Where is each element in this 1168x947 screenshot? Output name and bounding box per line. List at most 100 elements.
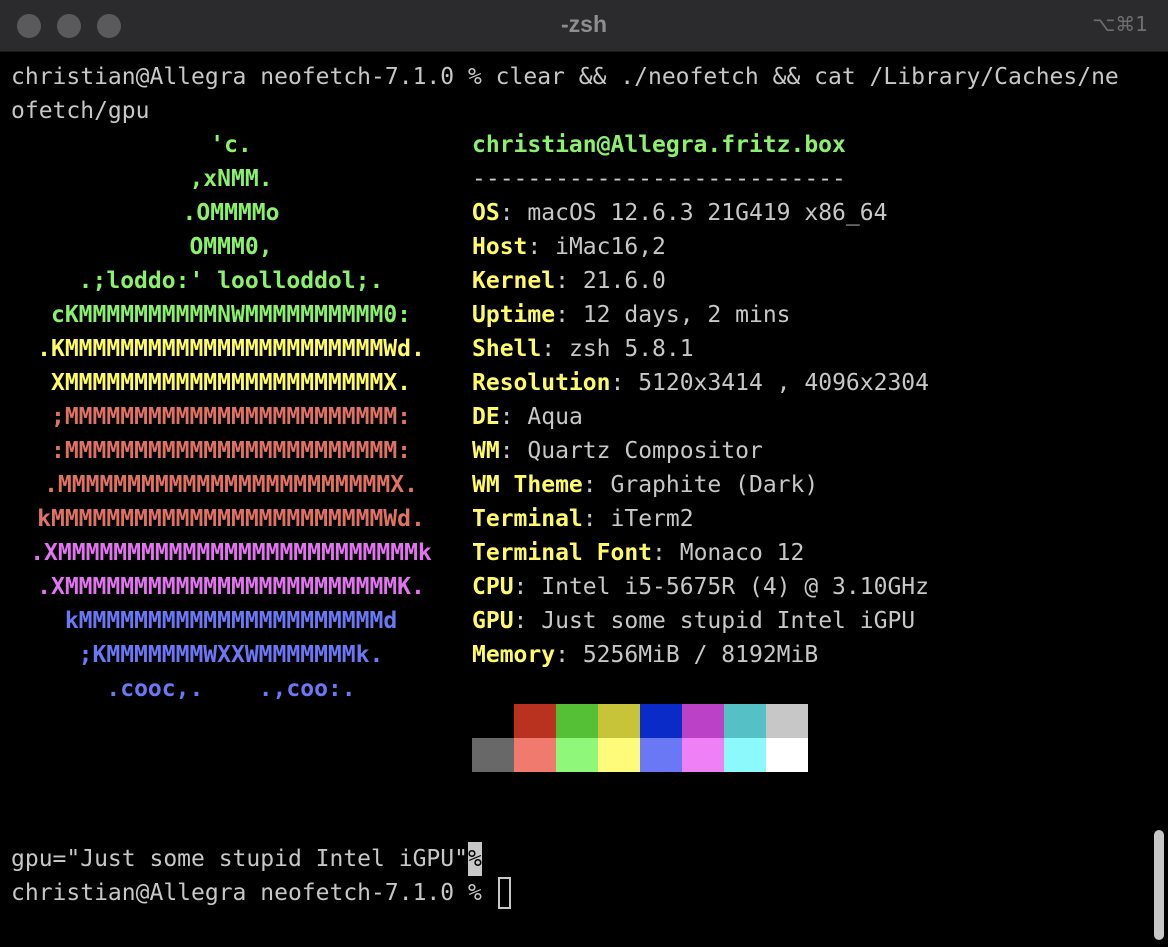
scrollbar-thumb[interactable] [1154, 830, 1164, 940]
ascii-art-line: ;MMMMMMMMMMMMMMMMMMMMMMMM: [50, 404, 412, 430]
terminal-window: -zsh ⌥⌘1 christian@Allegra neofetch-7.1.… [0, 0, 1168, 947]
info-key: CPU [472, 574, 514, 600]
ascii-art-line: .KMMMMMMMMMMMMMMMMMMMMMMMWd. [37, 336, 425, 362]
info-key: DE [472, 404, 500, 430]
info-separator: : [582, 506, 597, 532]
color-swatch [514, 704, 556, 738]
command-line: christian@Allegra neofetch-7.1.0 % clear… [11, 64, 1119, 90]
color-palette-bright [472, 738, 808, 772]
info-row: Shell: zsh 5.8.1 [472, 332, 694, 366]
info-key: OS [472, 200, 500, 226]
color-swatch [556, 704, 598, 738]
color-swatch [682, 738, 724, 772]
info-key: Memory [472, 642, 556, 668]
info-key: WM [472, 438, 500, 464]
info-key: Terminal [472, 506, 583, 532]
color-swatch [724, 738, 766, 772]
info-row: WM: Quartz Compositor [472, 434, 763, 468]
ascii-art-line: ;KMMMMMMMWXXWMMMMMMMk. [78, 642, 384, 668]
ascii-art-line: .;loddo:' loolloddol;. [78, 268, 384, 294]
info-row: Terminal Font: Monaco 12 [472, 536, 804, 570]
info-key: Resolution [472, 370, 611, 396]
ascii-art-line: XMMMMMMMMMMMMMMMMMMMMMMMX. [50, 370, 412, 396]
ascii-art-line: kMMMMMMMMMMMMMMMMMMMMMMd [64, 608, 398, 634]
gpu-output-text: gpu="Just some stupid Intel iGPU" [11, 846, 468, 872]
info-separator: : [652, 540, 666, 566]
color-swatch [598, 738, 640, 772]
ascii-art-line: .XMMMMMMMMMMMMMMMMMMMMMMMMK. [37, 574, 425, 600]
info-key: Host [472, 234, 528, 260]
prompt-text: christian@Allegra neofetch-7.1.0 % [11, 880, 496, 906]
color-swatch [766, 738, 808, 772]
info-value: iTerm2 [610, 506, 694, 532]
info-value: Just some stupid Intel iGPU [541, 608, 916, 634]
color-swatch [598, 704, 640, 738]
output-line: gpu="Just some stupid Intel iGPU"% [11, 842, 482, 876]
ascii-art-line: ,xNMM. [189, 166, 273, 192]
info-row: Kernel: 21.6.0 [472, 264, 666, 298]
ascii-art-line: 'c. [210, 132, 252, 158]
info-separator: : [499, 404, 514, 430]
color-swatch [514, 738, 556, 772]
info-row: Terminal: iTerm2 [472, 502, 694, 536]
color-swatch [472, 704, 514, 738]
info-separator: : [610, 370, 625, 396]
info-value: Monaco 12 [679, 540, 805, 566]
info-row: WM Theme: Graphite (Dark) [472, 468, 818, 502]
ascii-art-line: .cooc,. .,coo:. [106, 676, 356, 702]
info-value: Aqua [527, 404, 583, 430]
ascii-art-line: .MMMMMMMMMMMMMMMMMMMMMMMMX. [44, 472, 418, 498]
text-cursor[interactable] [498, 877, 511, 909]
info-separator: : [513, 608, 528, 634]
header-divider: --------------------------- [472, 166, 846, 192]
prompt-line: christian@Allegra neofetch-7.1.0 % [11, 876, 496, 910]
info-value: Quartz Compositor [527, 438, 763, 464]
info-separator: : [582, 472, 597, 498]
ascii-art-line: OMMM0, [189, 234, 273, 260]
info-key: Uptime [472, 302, 556, 328]
info-row: OS: macOS 12.6.3 21G419 x86_64 [472, 196, 887, 230]
ascii-art-line: .OMMMMo [182, 200, 280, 226]
info-separator: : [541, 336, 556, 362]
color-swatch [766, 704, 808, 738]
user-host-header: christian@Allegra.fritz.box [472, 132, 846, 158]
color-swatch [640, 738, 682, 772]
window-title: -zsh [561, 11, 607, 37]
info-row: Host: iMac16,2 [472, 230, 666, 264]
ascii-art-line: :MMMMMMMMMMMMMMMMMMMMMMMM: [50, 438, 412, 464]
info-key: Shell [472, 336, 542, 362]
color-swatch [556, 738, 598, 772]
info-key: Kernel [472, 268, 556, 294]
info-value: iMac16,2 [555, 234, 666, 260]
no-newline-marker: % [467, 842, 482, 876]
info-value: 5120x3414 , 4096x2304 [638, 370, 929, 396]
terminal-content[interactable]: christian@Allegra neofetch-7.1.0 % clear… [0, 52, 1168, 947]
ascii-art-line: cKMMMMMMMMMMNWMMMMMMMMMM0: [50, 302, 412, 328]
info-value: 5256MiB / 8192MiB [582, 642, 819, 668]
info-row: Memory: 5256MiB / 8192MiB [472, 638, 818, 672]
color-swatch [724, 704, 766, 738]
color-swatch [682, 704, 724, 738]
info-separator: : [555, 642, 569, 668]
window-shortcut-label: ⌥⌘1 [1092, 12, 1148, 36]
color-palette-normal [472, 704, 808, 738]
info-key: Terminal Font [472, 540, 653, 566]
info-key: GPU [472, 608, 514, 634]
info-separator: : [513, 574, 528, 600]
info-separator: : [527, 234, 542, 260]
info-key: WM Theme [472, 472, 583, 498]
info-separator: : [499, 438, 514, 464]
title-bar[interactable]: -zsh ⌥⌘1 [0, 0, 1168, 52]
info-value: zsh 5.8.1 [568, 336, 694, 362]
info-separator: : [555, 268, 569, 294]
info-value: macOS 12.6.3 21G419 x86_64 [527, 200, 888, 226]
info-separator: : [555, 302, 569, 328]
color-swatch [472, 738, 514, 772]
info-row: Uptime: 12 days, 2 mins [472, 298, 791, 332]
info-value: 12 days, 2 mins [582, 302, 791, 328]
info-row: DE: Aqua [472, 400, 583, 434]
command-line-wrap: ofetch/gpu [11, 98, 150, 124]
color-swatch [640, 704, 682, 738]
info-value: Intel i5-5675R (4) @ 3.10GHz [541, 574, 929, 600]
ascii-art-line: .XMMMMMMMMMMMMMMMMMMMMMMMMMMk [30, 540, 432, 566]
